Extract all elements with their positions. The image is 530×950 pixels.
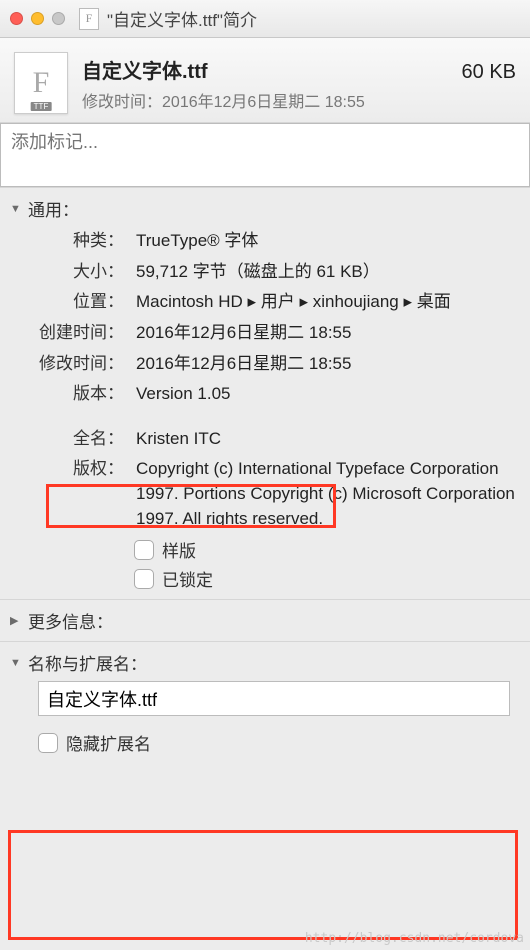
field-location: 位置： Macintosh HD ▸ 用户 ▸ xinhoujiang ▸ 桌面 xyxy=(34,290,520,315)
maximize-icon xyxy=(52,12,65,25)
checkbox-icon[interactable] xyxy=(134,569,154,589)
locked-checkbox-row[interactable]: 已锁定 xyxy=(134,566,520,591)
hide-extension-row[interactable]: 隐藏扩展名 xyxy=(38,730,520,755)
field-fullname: 全名： Kristen ITC xyxy=(34,427,520,452)
file-icon: F TTF xyxy=(14,52,68,114)
stationery-label: 样版 xyxy=(162,537,196,562)
file-icon-badge: TTF xyxy=(31,102,52,111)
file-header: F TTF 自定义字体.ttf 60 KB 修改时间：2016年12月6日星期二… xyxy=(0,38,530,123)
section-moreinfo: ▶ 更多信息： xyxy=(0,599,530,641)
file-name: 自定义字体.ttf xyxy=(82,55,208,84)
disclosure-triangle-icon[interactable]: ▼ xyxy=(10,657,24,669)
section-general-header[interactable]: ▼ 通用： xyxy=(10,196,520,221)
file-size: 60 KB xyxy=(462,61,516,84)
modified-line: 修改时间：2016年12月6日星期二 18:55 xyxy=(82,88,516,112)
section-general: ▼ 通用： 种类： TrueType® 字体 大小： 59,712 字节（磁盘上… xyxy=(0,187,530,599)
field-copyright: 版权： Copyright (c) International Typeface… xyxy=(34,457,520,531)
close-icon[interactable] xyxy=(10,12,23,25)
section-moreinfo-header[interactable]: ▶ 更多信息： xyxy=(10,608,520,633)
minimize-icon[interactable] xyxy=(31,12,44,25)
tags-field[interactable] xyxy=(0,123,530,187)
locked-label: 已锁定 xyxy=(162,566,213,591)
section-moreinfo-title: 更多信息： xyxy=(28,608,113,633)
tags-input[interactable] xyxy=(11,132,519,153)
field-modified: 修改时间： 2016年12月6日星期二 18:55 xyxy=(34,352,520,377)
watermark: http://blog.csdn.net/cordova xyxy=(305,931,524,946)
field-size: 大小： 59,712 字节（磁盘上的 61 KB） xyxy=(34,260,520,285)
field-created: 创建时间： 2016年12月6日星期二 18:55 xyxy=(34,321,520,346)
highlight-nameext xyxy=(8,830,518,940)
filename-input[interactable] xyxy=(38,681,510,716)
traffic-lights xyxy=(10,12,65,25)
disclosure-triangle-icon[interactable]: ▶ xyxy=(10,614,24,627)
titlebar: "自定义字体.ttf"简介 xyxy=(0,0,530,38)
section-nameext-header[interactable]: ▼ 名称与扩展名： xyxy=(10,650,520,675)
section-nameext-title: 名称与扩展名： xyxy=(28,650,147,675)
field-kind: 种类： TrueType® 字体 xyxy=(34,229,520,254)
section-nameext: ▼ 名称与扩展名： 隐藏扩展名 xyxy=(0,641,530,763)
titlebar-file-icon xyxy=(79,8,99,30)
disclosure-triangle-icon[interactable]: ▼ xyxy=(10,203,24,215)
checkbox-icon[interactable] xyxy=(134,540,154,560)
hide-extension-label: 隐藏扩展名 xyxy=(66,730,151,755)
field-version: 版本： Version 1.05 xyxy=(34,382,520,407)
checkbox-icon[interactable] xyxy=(38,733,58,753)
stationery-checkbox-row[interactable]: 样版 xyxy=(134,537,520,562)
window-title: "自定义字体.ttf"简介 xyxy=(107,6,257,31)
section-general-title: 通用： xyxy=(28,196,79,221)
